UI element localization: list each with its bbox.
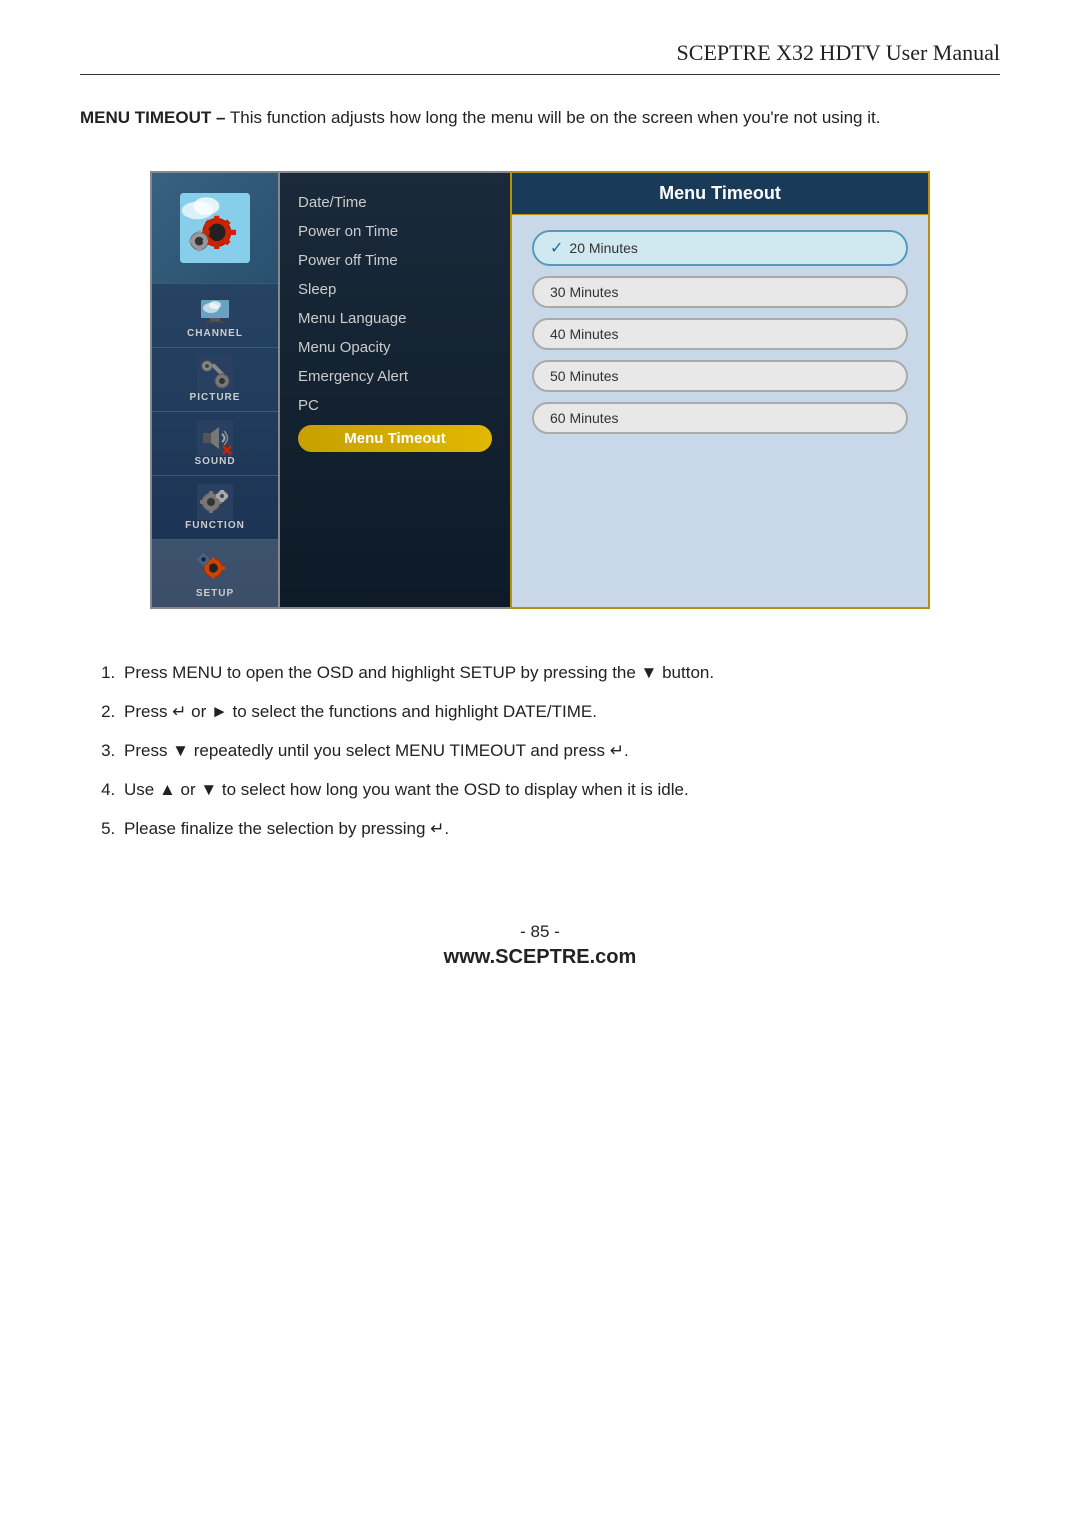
option-40min-label: 40 Minutes <box>550 326 618 342</box>
instructions-section: Press MENU to open the OSD and highlight… <box>100 659 1000 843</box>
option-20min[interactable]: ✓ 20 Minutes <box>532 230 908 266</box>
function-icon <box>197 484 233 520</box>
menu-item-opacity[interactable]: Menu Opacity <box>298 338 492 357</box>
intro-text: This function adjusts how long the menu … <box>225 108 880 127</box>
page-footer: - 85 - www.SCEPTRE.com <box>80 922 1000 969</box>
intro-paragraph: MENU TIMEOUT – This function adjusts how… <box>80 105 1000 131</box>
option-60min-label: 60 Minutes <box>550 410 618 426</box>
setup-icon <box>195 548 235 588</box>
menu-item-timeout[interactable]: Menu Timeout <box>298 425 492 452</box>
sidebar-item-function[interactable]: FUNCTION <box>152 475 278 539</box>
instruction-3: Press ▼ repeatedly until you select MENU… <box>120 737 1000 764</box>
option-30min[interactable]: 30 Minutes <box>532 276 908 308</box>
sidebar-item-picture[interactable]: PICTURE <box>152 347 278 411</box>
sidebar-label-channel: CHANNEL <box>187 328 243 339</box>
option-60min[interactable]: 60 Minutes <box>532 402 908 434</box>
sidebar-label-setup: SETUP <box>196 588 234 599</box>
instructions-list: Press MENU to open the OSD and highlight… <box>100 659 1000 843</box>
channel-icon <box>197 292 233 328</box>
option-30min-label: 30 Minutes <box>550 284 618 300</box>
osd-right-panel: Menu Timeout ✓ 20 Minutes 30 Minutes 40 … <box>510 171 930 609</box>
sidebar-label-sound: SOUND <box>194 456 235 467</box>
sidebar-item-sound[interactable]: SOUND <box>152 411 278 475</box>
osd-center-menu: Date/Time Power on Time Power off Time S… <box>280 171 510 609</box>
option-50min-label: 50 Minutes <box>550 368 618 384</box>
option-40min[interactable]: 40 Minutes <box>532 318 908 350</box>
sidebar-label-picture: PICTURE <box>190 392 241 403</box>
sidebar-label-function: FUNCTION <box>185 520 245 531</box>
page-title: SCEPTRE X32 HDTV User Manual <box>677 40 1000 65</box>
osd-diagram: CHANNEL PICTURE <box>150 171 930 609</box>
menu-item-datetime[interactable]: Date/Time <box>298 193 492 212</box>
menu-item-emergency[interactable]: Emergency Alert <box>298 367 492 386</box>
menu-item-pc[interactable]: PC <box>298 396 492 415</box>
menu-item-power-off[interactable]: Power off Time <box>298 251 492 270</box>
picture-icon <box>197 356 233 392</box>
sidebar-item-channel[interactable]: CHANNEL <box>152 283 278 347</box>
instruction-4: Use ▲ or ▼ to select how long you want t… <box>120 776 1000 803</box>
page-header: SCEPTRE X32 HDTV User Manual <box>80 40 1000 75</box>
menu-item-sleep[interactable]: Sleep <box>298 280 492 299</box>
option-20min-label: 20 Minutes <box>569 240 637 256</box>
menu-item-power-on[interactable]: Power on Time <box>298 222 492 241</box>
sidebar-item-setup[interactable]: SETUP <box>152 539 278 607</box>
osd-sidebar: CHANNEL PICTURE <box>150 171 280 609</box>
right-panel-header: Menu Timeout <box>512 173 928 215</box>
website-url: www.SCEPTRE.com <box>80 946 1000 969</box>
sound-icon <box>197 420 233 456</box>
check-icon: ✓ <box>550 238 563 258</box>
instruction-5: Please finalize the selection by pressin… <box>120 815 1000 842</box>
sidebar-top-icon <box>152 173 278 283</box>
setup-gear-icon <box>180 193 250 263</box>
intro-bold: MENU TIMEOUT – <box>80 108 225 127</box>
right-panel-options: ✓ 20 Minutes 30 Minutes 40 Minutes 50 Mi… <box>512 215 928 607</box>
option-50min[interactable]: 50 Minutes <box>532 360 908 392</box>
menu-item-language[interactable]: Menu Language <box>298 309 492 328</box>
page-number: - 85 - <box>80 922 1000 942</box>
instruction-2: Press ↵ or ► to select the functions and… <box>120 698 1000 725</box>
instruction-1: Press MENU to open the OSD and highlight… <box>120 659 1000 686</box>
